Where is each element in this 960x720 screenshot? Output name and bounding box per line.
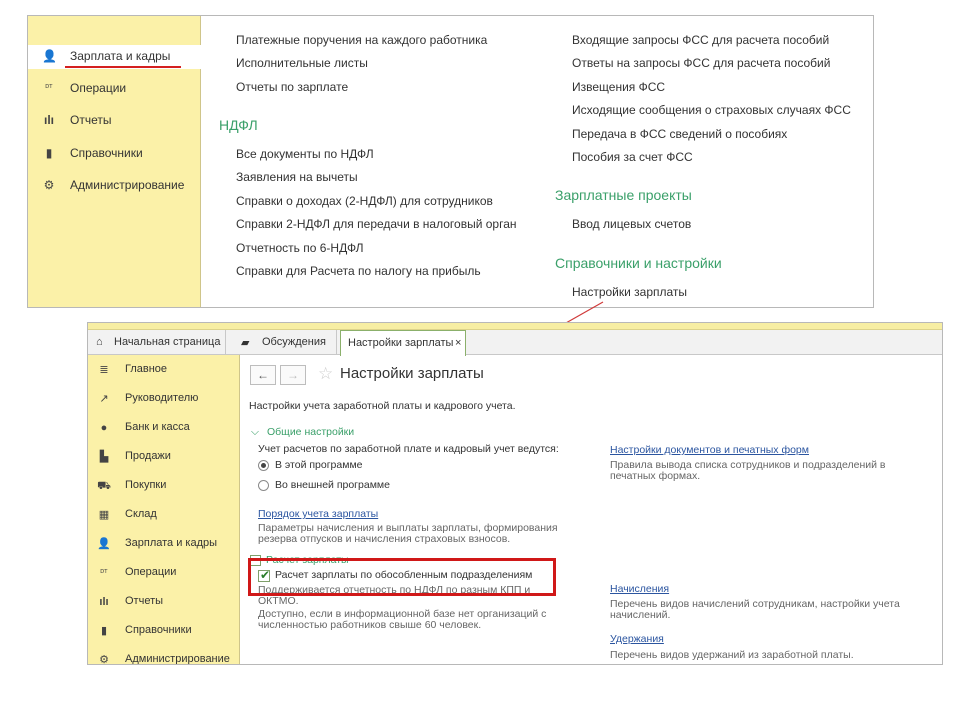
book-icon: ▮ bbox=[100, 625, 108, 637]
sidebar-item-label: Склад bbox=[125, 508, 157, 520]
link-accounting-order[interactable]: Порядок учета зарплаты bbox=[258, 508, 378, 520]
chevron-down-icon[interactable]: ⌵ bbox=[251, 426, 259, 439]
favorite-star-icon[interactable]: ☆ bbox=[318, 364, 333, 384]
radio-label: В этой программе bbox=[275, 459, 363, 471]
tab-label: Настройки зарплаты bbox=[348, 337, 454, 349]
deductions-description: Перечень видов удержаний из заработной п… bbox=[610, 649, 854, 661]
sidebar-item-sales[interactable]: ▙ Продажи bbox=[88, 446, 240, 468]
sidebar-item-admin[interactable]: ⚙ Администрирование bbox=[88, 649, 240, 665]
sidebar-item-label: Банк и касса bbox=[125, 421, 190, 433]
accruals-description: Перечень видов начислений сотрудникам, н… bbox=[610, 598, 900, 621]
tab-label: Обсуждения bbox=[262, 336, 326, 348]
page-subtitle: Настройки учета заработной платы и кадро… bbox=[249, 400, 516, 412]
window-top-strip bbox=[88, 323, 942, 330]
radio-label: Во внешней программе bbox=[275, 479, 390, 491]
section-general[interactable]: Общие настройки bbox=[267, 426, 354, 438]
sidebar-item-purchases[interactable]: ⛟ Покупки bbox=[88, 475, 240, 497]
close-icon[interactable]: × bbox=[455, 337, 461, 349]
tab-label: Начальная страница bbox=[114, 336, 221, 348]
sidebar-item-directories[interactable]: ▮ Справочники bbox=[88, 620, 240, 642]
tab-home[interactable]: ⌂ Начальная страница bbox=[88, 330, 226, 355]
sidebar-item-salary[interactable]: 👤 Зарплата и кадры bbox=[88, 533, 240, 555]
highlight-frame bbox=[248, 558, 556, 596]
bag-icon: ▙ bbox=[99, 451, 109, 463]
salary-settings-window: ⌂ Начальная страница ▰ Обсуждения Настро… bbox=[87, 322, 943, 665]
accounting-question: Учет расчетов по заработной плате и кадр… bbox=[258, 443, 559, 455]
coin-icon: ● bbox=[100, 422, 108, 434]
checkbox-description-2: Доступно, если в информационной базе нет… bbox=[258, 608, 547, 631]
sidebar-item-warehouse[interactable]: ▦ Склад bbox=[88, 504, 240, 526]
warehouse-icon: ▦ bbox=[98, 509, 110, 521]
sidebar-item-manager[interactable]: ↗ Руководителю bbox=[88, 388, 240, 410]
radio-external-program[interactable] bbox=[258, 480, 269, 491]
sidebar-item-label: Администрирование bbox=[125, 653, 230, 665]
sidebar-item-bank[interactable]: ● Банк и касса bbox=[88, 417, 240, 439]
person-icon: 👤 bbox=[97, 538, 111, 550]
back-button[interactable]: ← bbox=[250, 365, 276, 385]
sidebar-item-label: Главное bbox=[125, 363, 168, 375]
forward-button[interactable]: → bbox=[280, 365, 306, 385]
sidebar-item-label: Отчеты bbox=[125, 595, 164, 607]
section-sidebar: ≣ Главное ↗ Руководителю ● Банк и касса ▙ Пр… bbox=[88, 355, 240, 665]
home-icon: ⌂ bbox=[96, 336, 103, 348]
sidebar-item-label: Зарплата и кадры bbox=[125, 537, 218, 549]
link-docs-settings[interactable]: Настройки документов и печатных форм bbox=[610, 444, 809, 456]
list-icon: ≣ bbox=[99, 364, 109, 376]
trend-icon: ↗ bbox=[99, 393, 109, 405]
sidebar-item-label: Операции bbox=[125, 566, 177, 578]
sidebar-item-label: Руководителю bbox=[125, 392, 199, 404]
radio-dot bbox=[261, 463, 266, 468]
tab-discussions[interactable]: ▰ Обсуждения bbox=[233, 330, 337, 355]
page-title: Настройки зарплаты bbox=[340, 365, 484, 382]
dt-kt-icon: ᴰᵀ bbox=[100, 568, 108, 577]
link-accruals[interactable]: Начисления bbox=[610, 583, 669, 595]
radio-this-program[interactable] bbox=[258, 460, 269, 471]
bar-chart-icon: ılı bbox=[99, 596, 109, 608]
sidebar-item-label: Продажи bbox=[125, 450, 171, 462]
cart-icon: ⛟ bbox=[97, 480, 111, 492]
tab-salary-settings[interactable]: Настройки зарплаты × bbox=[340, 330, 466, 356]
accounting-order-description: Параметры начисления и выплаты зарплаты,… bbox=[258, 522, 558, 545]
settings-content: ← → ☆ Настройки зарплаты Настройки учета… bbox=[240, 355, 942, 664]
sidebar-item-operations[interactable]: ᴰᵀ Операции bbox=[88, 562, 240, 584]
tab-bar: ⌂ Начальная страница ▰ Обсуждения Настро… bbox=[88, 330, 942, 356]
sidebar-item-main[interactable]: ≣ Главное bbox=[88, 359, 240, 381]
link-deductions[interactable]: Удержания bbox=[610, 633, 664, 645]
sidebar-item-label: Покупки bbox=[125, 479, 167, 491]
sidebar-item-label: Справочники bbox=[125, 624, 192, 636]
gear-icon: ⚙ bbox=[99, 654, 109, 665]
sidebar-item-reports[interactable]: ılı Отчеты bbox=[88, 591, 240, 613]
docs-settings-description: Правила вывода списка сотрудников и подр… bbox=[610, 459, 886, 482]
chat-icon: ▰ bbox=[241, 337, 250, 349]
